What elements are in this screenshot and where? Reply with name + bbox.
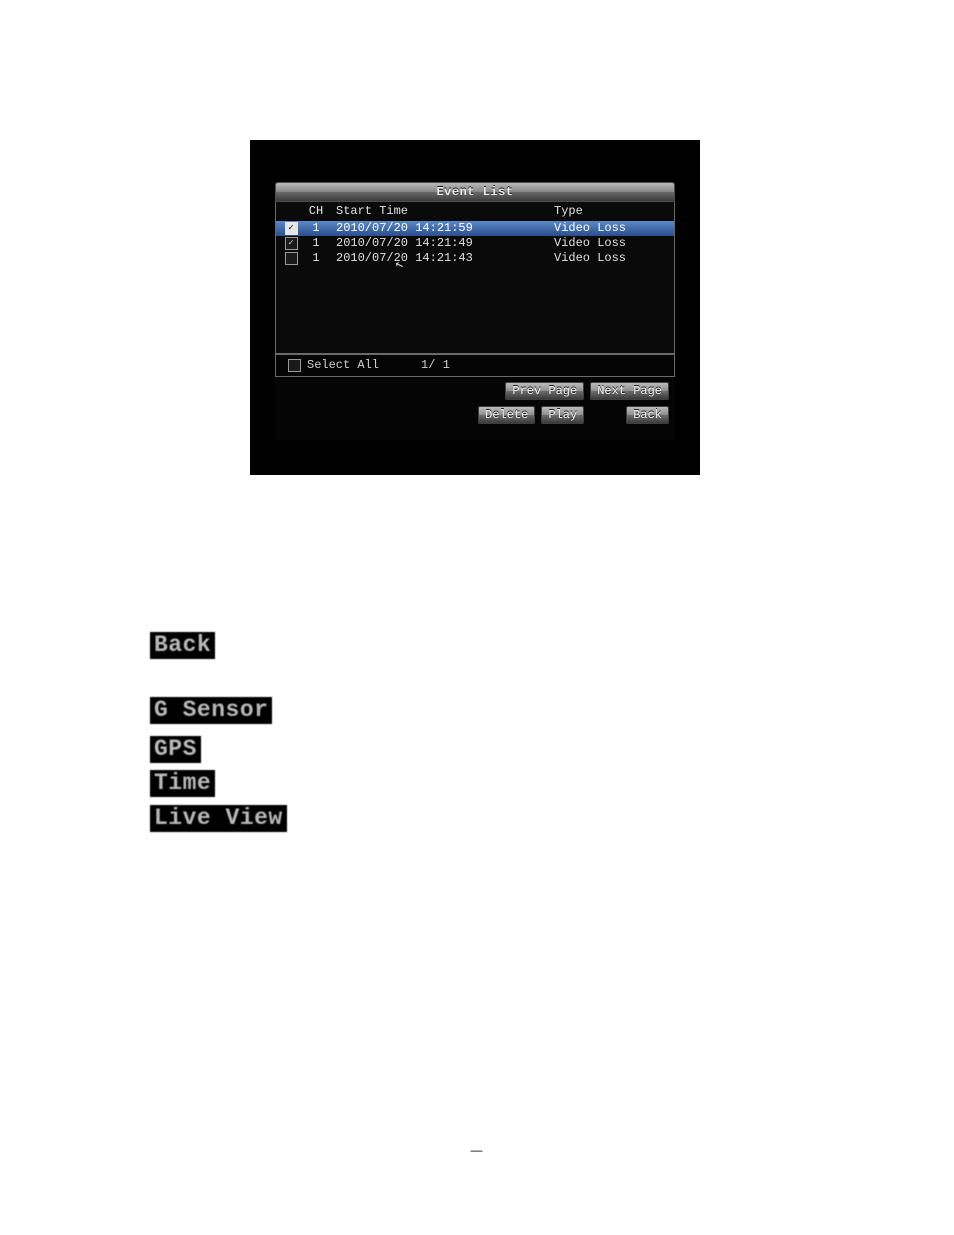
back-button[interactable]: Back (626, 406, 669, 424)
pager-row: Prev Page Next Page (275, 377, 675, 400)
table-row[interactable]: 1 2010/07/20 14:21:43 Video Loss (276, 251, 674, 266)
col-type: Type (550, 204, 670, 219)
delete-button[interactable]: Delete (478, 406, 535, 424)
row-checkbox[interactable]: ✓ (285, 237, 298, 250)
dialog-title: Event List (275, 182, 675, 202)
label-back[interactable]: Back (150, 632, 215, 659)
table-row[interactable]: ✓ 1 2010/07/20 14:21:49 Video Loss (276, 236, 674, 251)
row-ch: 1 (302, 236, 330, 251)
table-header: CH Start Time Type (276, 202, 674, 221)
table-body: ✓ 1 2010/07/20 14:21:59 Video Loss ✓ 1 2… (276, 221, 674, 353)
row-ch: 1 (302, 221, 330, 236)
prev-page-button[interactable]: Prev Page (505, 382, 584, 400)
next-page-button[interactable]: Next Page (590, 382, 669, 400)
col-start-time: Start Time (330, 204, 550, 219)
event-table: CH Start Time Type ✓ 1 2010/07/20 14:21:… (275, 202, 675, 354)
label-gps[interactable]: GPS (150, 736, 201, 763)
row-type: Video Loss (550, 236, 670, 251)
select-all-label: Select All (307, 358, 379, 372)
row-checkbox[interactable]: ✓ (285, 222, 298, 235)
table-row[interactable]: ✓ 1 2010/07/20 14:21:59 Video Loss (276, 221, 674, 236)
row-type: Video Loss (550, 251, 670, 266)
label-live-view[interactable]: Live View (150, 805, 287, 832)
col-check (280, 204, 302, 219)
label-time[interactable]: Time (150, 770, 215, 797)
label-g-sensor[interactable]: G Sensor (150, 697, 272, 724)
select-all-checkbox[interactable] (288, 359, 301, 372)
select-all-row: Select All 1/ 1 (275, 354, 675, 377)
col-ch: CH (302, 204, 330, 219)
page-indicator: 1/ 1 (421, 358, 450, 372)
row-checkbox[interactable] (285, 252, 298, 265)
event-list-screen: Event List CH Start Time Type ✓ 1 2010/0… (250, 140, 700, 475)
event-list-dialog: Event List CH Start Time Type ✓ 1 2010/0… (275, 182, 675, 440)
page-number: — (0, 1143, 954, 1157)
action-row: Delete Play Back (275, 400, 675, 424)
row-start: 2010/07/20 14:21:43 (330, 251, 550, 266)
row-start: 2010/07/20 14:21:49 (330, 236, 550, 251)
page-root: { "dialog": { "title": "Event List", "co… (0, 0, 954, 1235)
row-type: Video Loss (550, 221, 670, 236)
row-start: 2010/07/20 14:21:59 (330, 221, 550, 236)
play-button[interactable]: Play (541, 406, 584, 424)
row-ch: 1 (302, 251, 330, 266)
